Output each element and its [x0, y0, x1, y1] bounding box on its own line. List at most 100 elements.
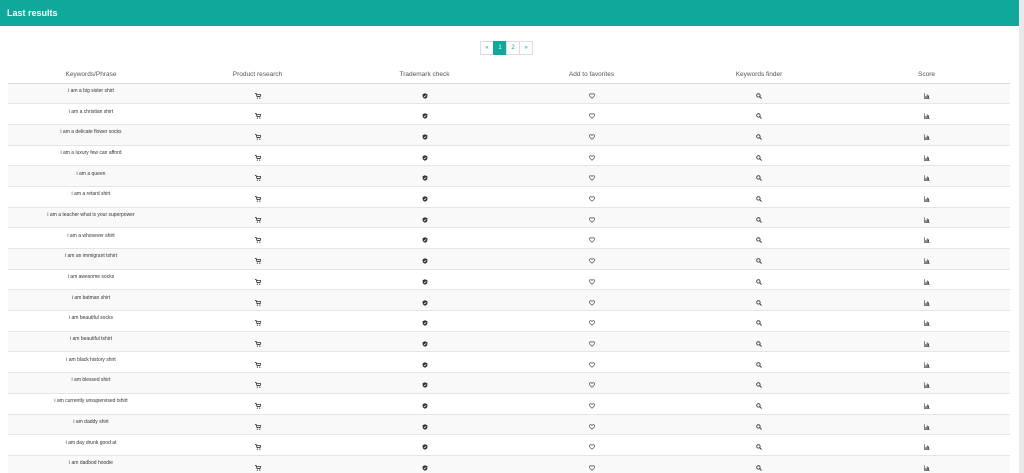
- keyword-cell[interactable]: i am a queen: [8, 165, 174, 187]
- shield-icon[interactable]: [422, 92, 428, 99]
- heart-icon[interactable]: [588, 134, 595, 140]
- pagination-prev[interactable]: «: [480, 41, 494, 55]
- bar-chart-icon[interactable]: [923, 175, 930, 182]
- heart-icon[interactable]: [588, 217, 595, 223]
- heart-icon[interactable]: [588, 382, 595, 388]
- bar-chart-icon[interactable]: [923, 258, 930, 264]
- cart-icon[interactable]: [254, 444, 261, 451]
- heart-icon[interactable]: [588, 155, 595, 161]
- heart-icon[interactable]: [588, 175, 595, 182]
- search-icon[interactable]: [756, 423, 762, 430]
- bar-chart-icon[interactable]: [923, 423, 930, 430]
- search-icon[interactable]: [756, 444, 762, 451]
- shield-icon[interactable]: [422, 113, 428, 120]
- cart-icon[interactable]: [254, 175, 261, 182]
- search-icon[interactable]: [756, 361, 762, 368]
- keyword-cell[interactable]: i am a retard shirt: [8, 185, 174, 208]
- shield-icon[interactable]: [422, 237, 428, 244]
- page-scrollbar[interactable]: [1019, 0, 1024, 473]
- cart-icon[interactable]: [254, 279, 261, 285]
- keyword-cell[interactable]: i am daddy shirt: [8, 413, 174, 435]
- shield-icon[interactable]: [422, 155, 428, 161]
- keyword-cell[interactable]: i am day drunk good at: [8, 434, 174, 456]
- heart-icon[interactable]: [588, 341, 595, 347]
- search-icon[interactable]: [756, 175, 762, 182]
- bar-chart-icon[interactable]: [923, 444, 930, 451]
- heart-icon[interactable]: [588, 465, 595, 471]
- bar-chart-icon[interactable]: [923, 382, 930, 389]
- keyword-cell[interactable]: i am black history shirt: [8, 351, 174, 373]
- search-icon[interactable]: [756, 382, 762, 389]
- search-icon[interactable]: [756, 299, 762, 306]
- cart-icon[interactable]: [254, 237, 261, 244]
- cart-icon[interactable]: [254, 113, 261, 120]
- keyword-cell[interactable]: i am a christian shirt: [8, 103, 174, 125]
- shield-icon[interactable]: [422, 423, 428, 430]
- search-icon[interactable]: [756, 279, 762, 285]
- bar-chart-icon[interactable]: [923, 341, 930, 347]
- search-icon[interactable]: [756, 237, 762, 244]
- keyword-cell[interactable]: i am an immigrant tshirt: [8, 248, 174, 270]
- shield-icon[interactable]: [422, 258, 428, 264]
- search-icon[interactable]: [756, 403, 762, 409]
- search-icon[interactable]: [756, 134, 762, 140]
- keyword-cell[interactable]: i am a big sister shirt: [8, 82, 174, 104]
- search-icon[interactable]: [756, 341, 762, 347]
- shield-icon[interactable]: [422, 134, 428, 140]
- shield-icon[interactable]: [422, 175, 428, 182]
- heart-icon[interactable]: [588, 93, 595, 99]
- cart-icon[interactable]: [254, 423, 261, 430]
- cart-icon[interactable]: [254, 258, 261, 264]
- pagination-page-2[interactable]: 2: [506, 41, 520, 55]
- keyword-cell[interactable]: i am beautiful socks: [8, 310, 174, 332]
- shield-icon[interactable]: [422, 217, 428, 223]
- search-icon[interactable]: [756, 320, 762, 327]
- search-icon[interactable]: [756, 154, 762, 161]
- search-icon[interactable]: [756, 113, 762, 120]
- search-icon[interactable]: [756, 217, 762, 223]
- bar-chart-icon[interactable]: [923, 361, 930, 368]
- pagination-page-1[interactable]: 1: [493, 41, 507, 55]
- heart-icon[interactable]: [588, 299, 595, 306]
- search-icon[interactable]: [756, 465, 762, 472]
- heart-icon[interactable]: [588, 320, 595, 326]
- keyword-cell[interactable]: i am a whosever shirt: [8, 227, 174, 249]
- bar-chart-icon[interactable]: [923, 92, 930, 99]
- heart-icon[interactable]: [588, 258, 595, 264]
- cart-icon[interactable]: [254, 216, 261, 223]
- search-icon[interactable]: [756, 258, 762, 265]
- keyword-cell[interactable]: i am a luxury few can afford: [8, 144, 174, 166]
- cart-icon[interactable]: [254, 92, 261, 99]
- bar-chart-icon[interactable]: [923, 279, 930, 285]
- bar-chart-icon[interactable]: [923, 237, 930, 244]
- heart-icon[interactable]: [588, 196, 595, 202]
- heart-icon[interactable]: [588, 403, 595, 409]
- shield-icon[interactable]: [422, 465, 428, 471]
- keyword-cell[interactable]: i am a teacher what is your superpower: [8, 206, 174, 228]
- cart-icon[interactable]: [254, 465, 261, 471]
- heart-icon[interactable]: [588, 362, 595, 368]
- heart-icon[interactable]: [588, 444, 595, 451]
- search-icon[interactable]: [756, 196, 762, 203]
- keyword-cell[interactable]: i am awesome socks: [8, 268, 174, 290]
- keyword-cell[interactable]: i am currently unsupervised tshirt: [8, 392, 174, 414]
- shield-icon[interactable]: [422, 279, 428, 285]
- keyword-cell[interactable]: i am blessed shirt: [8, 372, 174, 394]
- bar-chart-icon[interactable]: [923, 465, 930, 472]
- bar-chart-icon[interactable]: [923, 217, 930, 223]
- keyword-cell[interactable]: i am batman shirt: [8, 289, 174, 311]
- cart-icon[interactable]: [254, 196, 261, 202]
- cart-icon[interactable]: [254, 361, 261, 368]
- bar-chart-icon[interactable]: [923, 196, 930, 202]
- cart-icon[interactable]: [254, 299, 261, 306]
- cart-icon[interactable]: [254, 341, 261, 347]
- shield-icon[interactable]: [422, 361, 428, 368]
- shield-icon[interactable]: [422, 196, 428, 202]
- cart-icon[interactable]: [254, 320, 261, 326]
- bar-chart-icon[interactable]: [923, 155, 930, 161]
- cart-icon[interactable]: [254, 154, 261, 161]
- shield-icon[interactable]: [422, 299, 428, 306]
- shield-icon[interactable]: [422, 341, 428, 347]
- cart-icon[interactable]: [254, 382, 261, 388]
- shield-icon[interactable]: [422, 403, 428, 409]
